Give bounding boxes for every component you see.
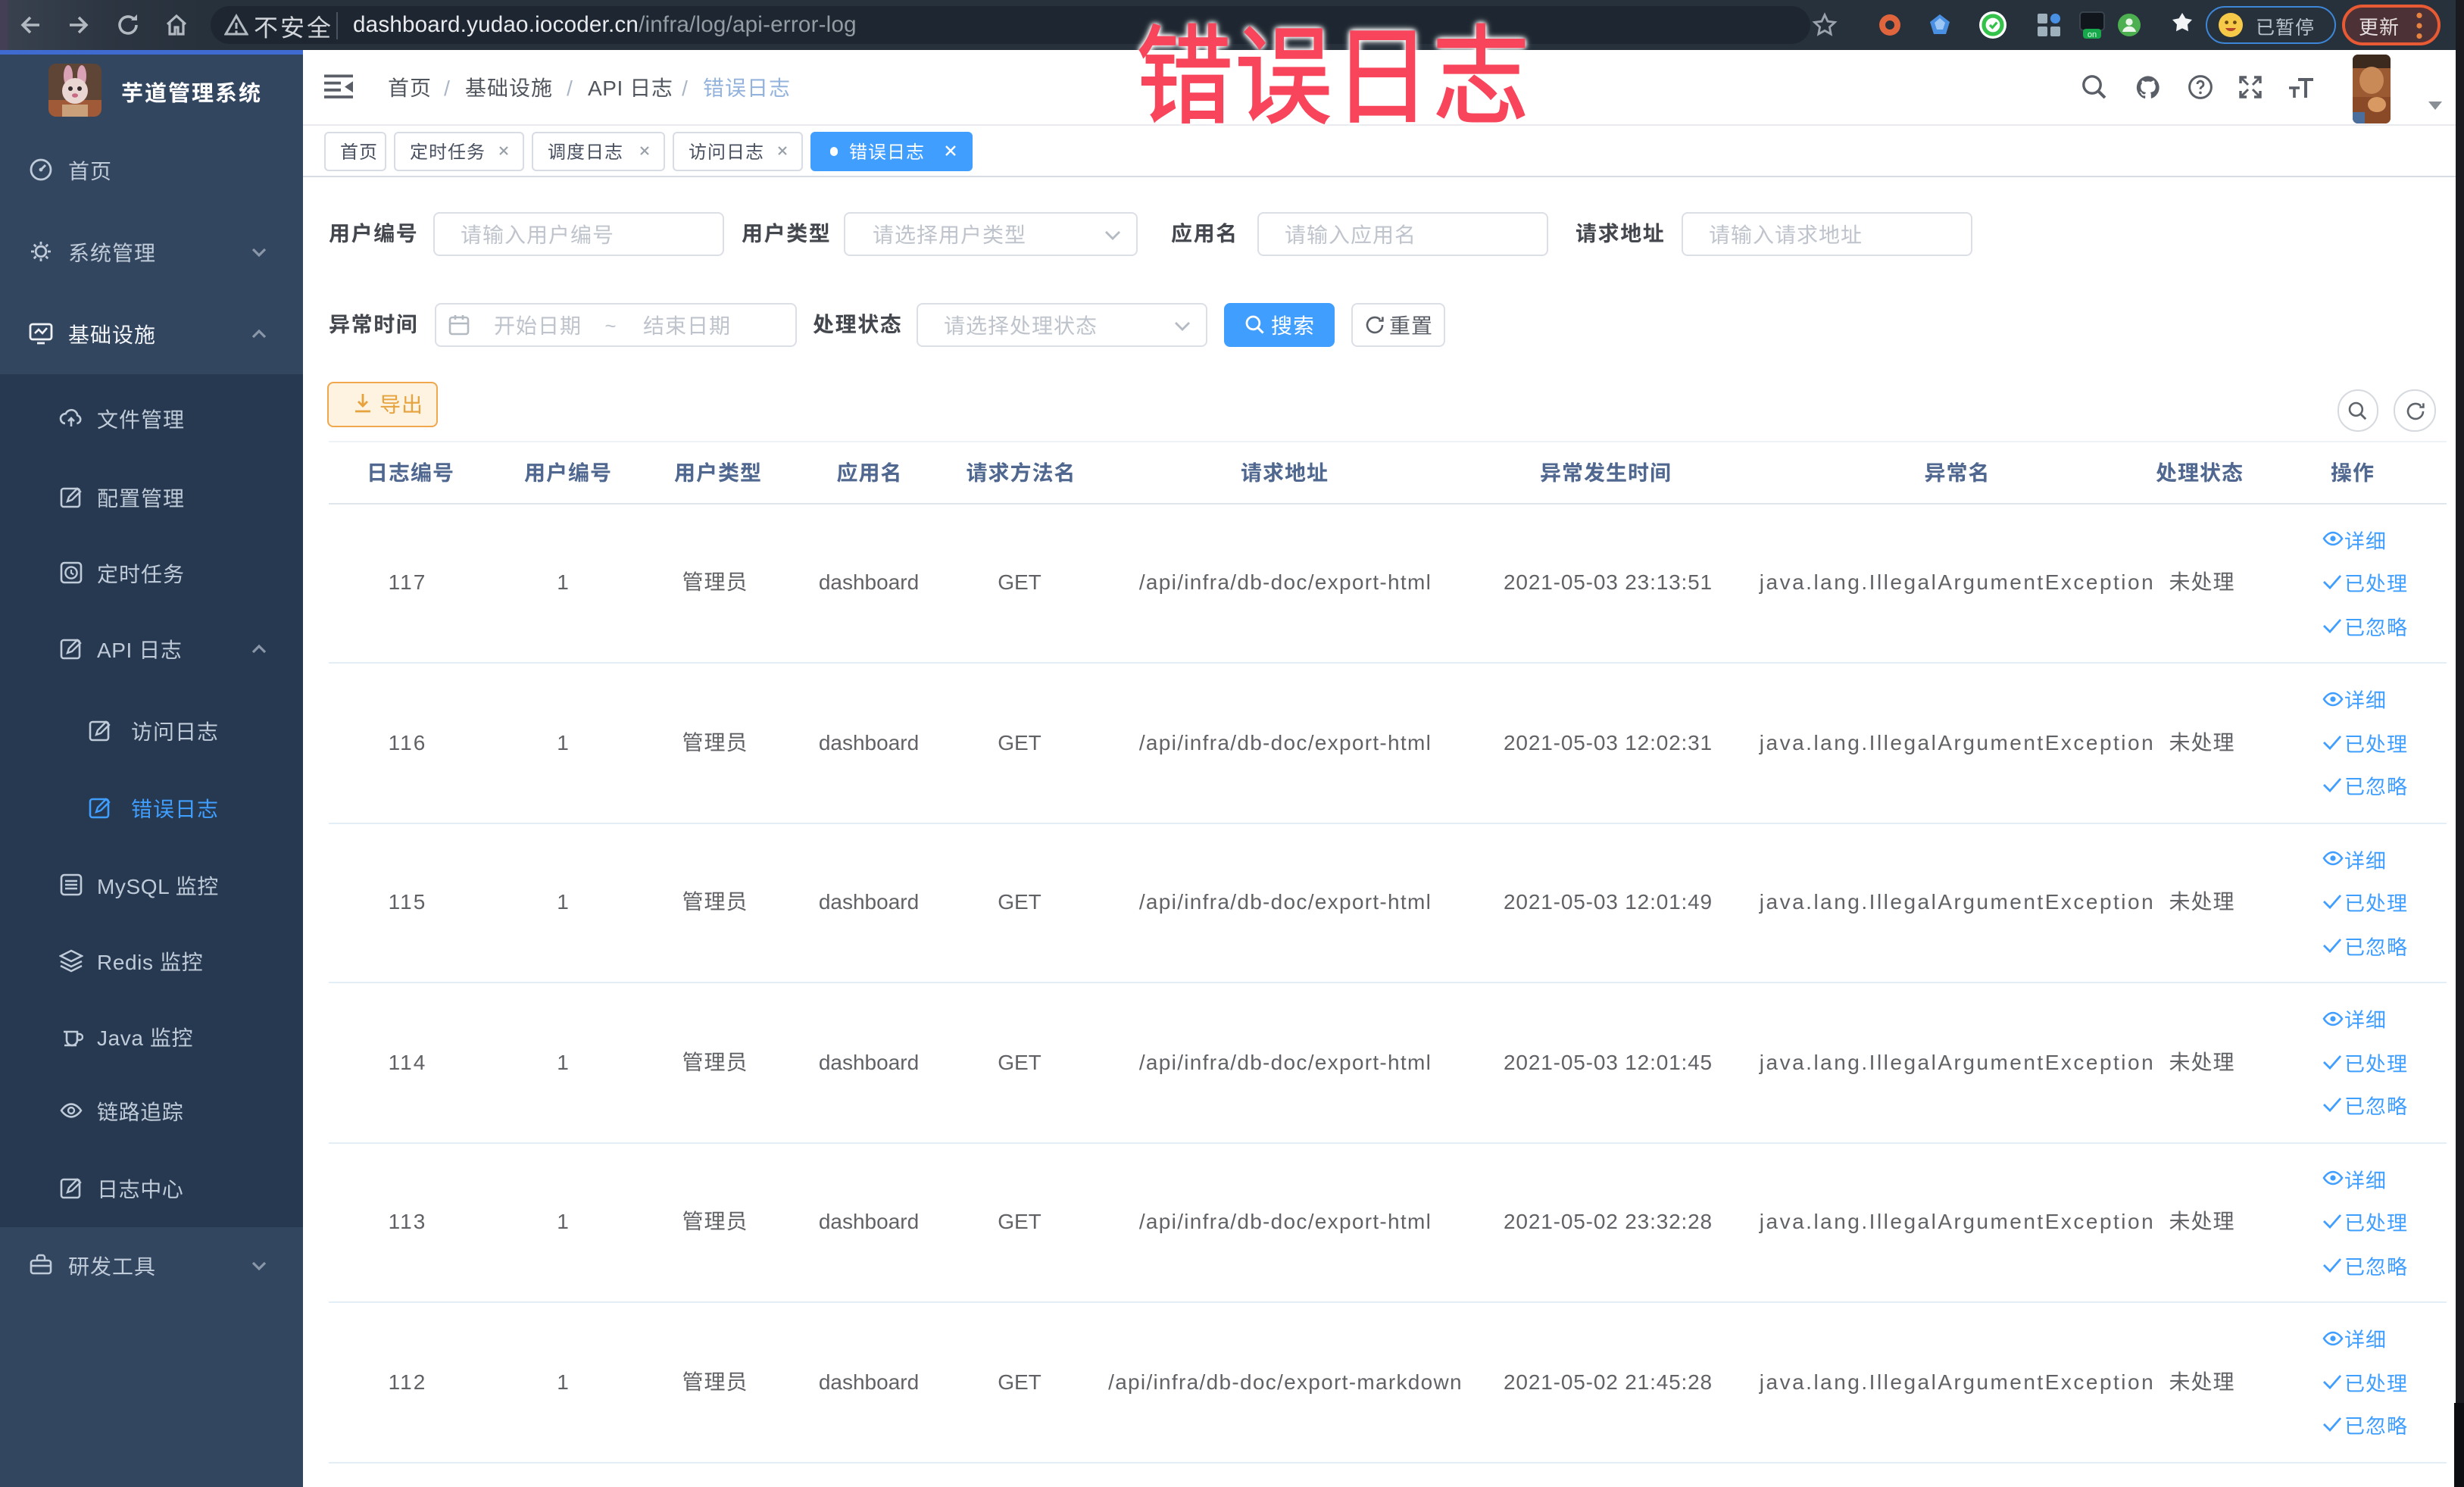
svg-text:on: on	[2088, 30, 2097, 39]
